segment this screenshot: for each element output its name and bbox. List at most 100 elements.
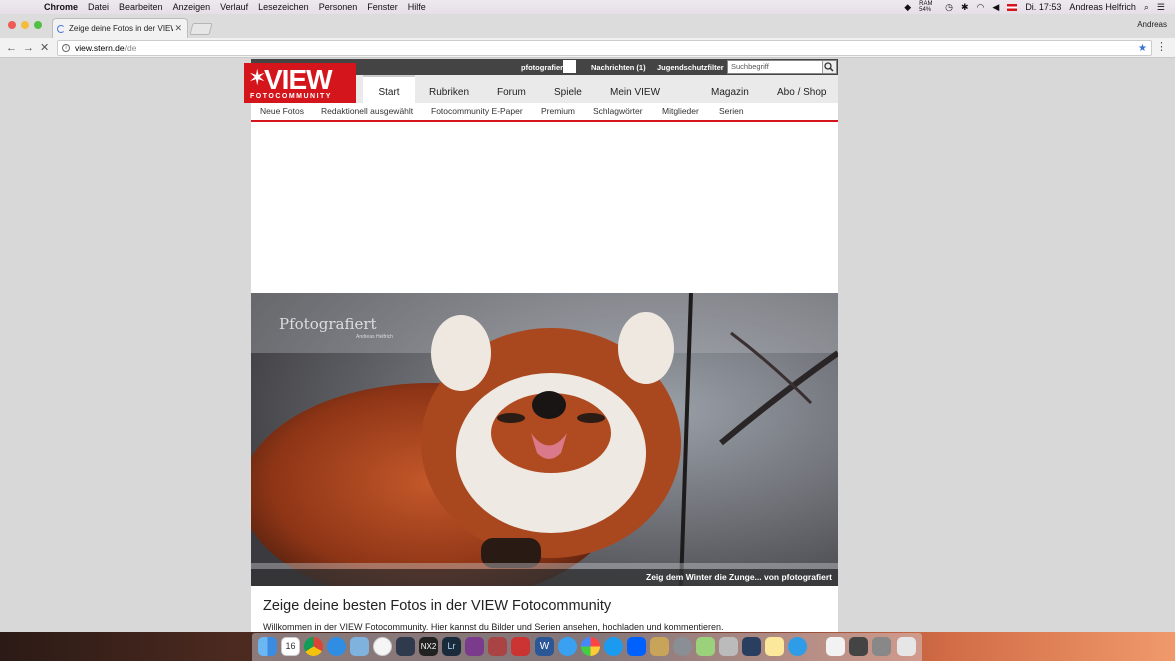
ram-indicator[interactable]: RAM 54% bbox=[919, 1, 937, 13]
stack-folder-icon[interactable] bbox=[849, 637, 868, 656]
document-icon[interactable] bbox=[826, 637, 845, 656]
menu-datei[interactable]: Datei bbox=[88, 2, 109, 12]
close-window-button[interactable] bbox=[8, 21, 16, 29]
user-name[interactable]: Andreas Helfrich bbox=[1069, 2, 1136, 12]
nav-rubriken[interactable]: Rubriken bbox=[429, 87, 469, 98]
notification-center-icon[interactable]: ☰ bbox=[1157, 2, 1165, 13]
browser-tab[interactable]: Zeige deine Fotos in der VIEW ✕ bbox=[52, 18, 188, 38]
search-input[interactable]: Suchbegriff bbox=[727, 60, 837, 74]
username-link[interactable]: pfotografiert bbox=[521, 63, 566, 72]
menu-bearbeiten[interactable]: Bearbeiten bbox=[119, 2, 163, 12]
close-tab-icon[interactable]: ✕ bbox=[174, 23, 182, 34]
avatar[interactable] bbox=[563, 60, 576, 73]
time-machine-icon[interactable]: ◷ bbox=[945, 2, 953, 13]
photos-icon[interactable] bbox=[581, 637, 600, 656]
notes-book-icon[interactable] bbox=[650, 637, 669, 656]
page-viewport: pfotografiert Nachrichten (1) Jugendschu… bbox=[0, 59, 1175, 632]
stop-loading-button[interactable]: ✕ bbox=[40, 41, 49, 55]
back-button[interactable]: ← bbox=[6, 41, 17, 55]
menu-lesezeichen[interactable]: Lesezeichen bbox=[258, 2, 309, 12]
messages-icon[interactable] bbox=[558, 637, 577, 656]
camera-app-icon[interactable] bbox=[742, 637, 761, 656]
dropbox-icon[interactable] bbox=[627, 637, 646, 656]
macos-dock: 16 NX2 Lr W bbox=[0, 632, 1175, 661]
menu-fenster[interactable]: Fenster bbox=[367, 2, 398, 12]
downloads-stack-icon[interactable] bbox=[872, 637, 891, 656]
maximize-window-button[interactable] bbox=[34, 21, 42, 29]
wifi-diagnostics-icon[interactable] bbox=[788, 637, 807, 656]
bookmark-star-icon[interactable]: ★ bbox=[1138, 43, 1147, 54]
logo-subtitle: FOTOCOMMUNITY bbox=[250, 93, 332, 100]
photo-watermark: Pfotografiert bbox=[279, 315, 377, 333]
photo-app-icon[interactable] bbox=[488, 637, 507, 656]
clock[interactable]: Di. 17:53 bbox=[1025, 2, 1061, 12]
menu-anzeigen[interactable]: Anzeigen bbox=[173, 2, 211, 12]
wifi-icon[interactable]: ◠ bbox=[977, 2, 985, 13]
nx2-icon[interactable]: NX2 bbox=[419, 637, 438, 656]
word-icon[interactable]: W bbox=[535, 637, 554, 656]
loading-spinner-icon bbox=[57, 24, 65, 33]
url-host: view.stern.de bbox=[75, 43, 125, 53]
itunes-icon[interactable] bbox=[373, 637, 392, 656]
subnav-premium[interactable]: Premium bbox=[541, 106, 575, 116]
minimize-window-button[interactable] bbox=[21, 21, 29, 29]
youth-filter-link[interactable]: Jugendschutzfilter bbox=[657, 63, 724, 72]
address-bar[interactable]: i view.stern.de /de ★ bbox=[57, 40, 1152, 56]
page-headline: Zeige deine besten Fotos in der VIEW Fot… bbox=[263, 598, 612, 614]
system-preferences-icon[interactable] bbox=[673, 637, 692, 656]
dock-shelf: 16 NX2 Lr W bbox=[252, 633, 922, 661]
subnav-epaper[interactable]: Fotocommunity E-Paper bbox=[431, 106, 523, 116]
nav-start[interactable]: Start bbox=[363, 75, 415, 103]
app-store-icon[interactable] bbox=[604, 637, 623, 656]
photo-watermark-sub: Andreas Helfrich bbox=[356, 334, 393, 340]
finder-icon[interactable] bbox=[258, 637, 277, 656]
forward-button[interactable]: → bbox=[23, 41, 34, 55]
lightroom-icon[interactable]: Lr bbox=[442, 637, 461, 656]
nav-spiele[interactable]: Spiele bbox=[554, 87, 582, 98]
notes-icon[interactable] bbox=[765, 637, 784, 656]
volume-icon[interactable]: ◀ bbox=[992, 2, 999, 13]
messages-link[interactable]: Nachrichten (1) bbox=[591, 63, 646, 72]
dropbox-status-icon[interactable]: ◆ bbox=[904, 2, 911, 13]
maps-icon[interactable] bbox=[696, 637, 715, 656]
view-logo[interactable]: ✶ VIEW FOTOCOMMUNITY bbox=[244, 63, 356, 103]
subnav-serien[interactable]: Serien bbox=[719, 106, 744, 116]
new-tab-button[interactable] bbox=[189, 23, 213, 35]
subnav-mitglieder[interactable]: Mitglieder bbox=[662, 106, 699, 116]
nav-magazin[interactable]: Magazin bbox=[711, 87, 749, 98]
subnav-redaktionell[interactable]: Redaktionell ausgewählt bbox=[321, 106, 413, 116]
app-red-icon[interactable] bbox=[511, 637, 530, 656]
spotlight-icon[interactable]: ⌕ bbox=[1144, 2, 1149, 13]
chrome-menu-icon[interactable]: ⋮ bbox=[1156, 40, 1167, 53]
nav-abo-shop[interactable]: Abo / Shop bbox=[777, 87, 826, 98]
sub-navigation: Neue Fotos Redaktionell ausgewählt Fotoc… bbox=[251, 103, 838, 122]
search-icon bbox=[824, 62, 834, 72]
red-panda-photo bbox=[251, 293, 838, 586]
image-capture-icon[interactable] bbox=[719, 637, 738, 656]
logo-title: VIEW bbox=[264, 64, 333, 95]
browser-tabbar: Zeige deine Fotos in der VIEW ✕ Andreas bbox=[0, 14, 1175, 38]
safari-icon[interactable] bbox=[327, 637, 346, 656]
menu-verlauf[interactable]: Verlauf bbox=[220, 2, 248, 12]
url-path: /de bbox=[124, 43, 137, 53]
profile-button[interactable]: Andreas bbox=[1137, 20, 1167, 29]
bluetooth-icon[interactable]: ✱ bbox=[961, 2, 969, 13]
subnav-schlagwoerter[interactable]: Schlagwörter bbox=[593, 106, 643, 116]
hero-photo[interactable]: Pfotografiert Andreas Helfrich Zeig dem … bbox=[251, 293, 838, 586]
search-button[interactable] bbox=[822, 61, 836, 73]
subnav-neue-fotos[interactable]: Neue Fotos bbox=[260, 106, 304, 116]
nav-mein-view[interactable]: Mein VIEW bbox=[610, 87, 660, 98]
affinity-photo-icon[interactable] bbox=[465, 637, 484, 656]
trash-icon[interactable] bbox=[897, 637, 916, 656]
capture-icon[interactable] bbox=[396, 637, 415, 656]
chrome-icon[interactable] bbox=[304, 637, 323, 656]
nav-forum[interactable]: Forum bbox=[497, 87, 526, 98]
menu-hilfe[interactable]: Hilfe bbox=[408, 2, 426, 12]
menu-app-name[interactable]: Chrome bbox=[44, 2, 78, 12]
info-icon[interactable]: i bbox=[62, 44, 70, 52]
menu-personen[interactable]: Personen bbox=[319, 2, 358, 12]
photo-caption[interactable]: Zeig dem Winter die Zunge... von pfotogr… bbox=[251, 569, 838, 586]
flag-input-icon[interactable] bbox=[1007, 3, 1018, 11]
preview-icon[interactable] bbox=[350, 637, 369, 656]
calendar-icon[interactable]: 16 bbox=[281, 637, 300, 656]
